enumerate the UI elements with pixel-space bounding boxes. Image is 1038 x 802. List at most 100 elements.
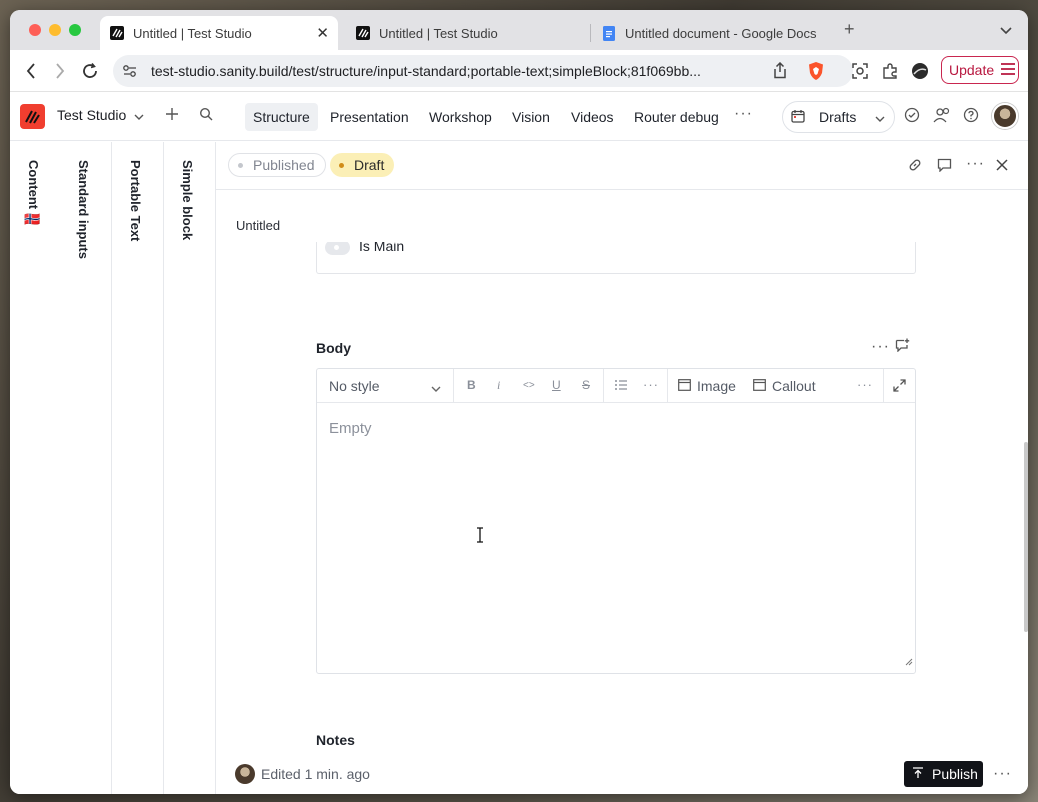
editor-placeholder: Empty bbox=[329, 420, 372, 437]
image-label: Image bbox=[697, 378, 736, 394]
insert-image-button[interactable]: Image bbox=[678, 378, 736, 394]
new-tab-icon[interactable]: + bbox=[844, 19, 855, 40]
scrollbar[interactable] bbox=[1024, 442, 1028, 632]
callout-label: Callout bbox=[772, 378, 816, 394]
is-main-label: Is Main bbox=[359, 242, 405, 254]
publish-icon bbox=[912, 766, 924, 782]
site-settings-icon[interactable] bbox=[122, 64, 138, 83]
status-dot bbox=[339, 162, 344, 168]
reload-icon[interactable] bbox=[79, 60, 101, 82]
strikethrough-button[interactable]: S bbox=[582, 378, 590, 392]
insert-more-icon[interactable]: ··· bbox=[857, 377, 873, 392]
presence-users-icon[interactable] bbox=[933, 107, 951, 128]
profile-extension-icon[interactable] bbox=[910, 61, 930, 81]
pane-title: Simple block bbox=[180, 160, 195, 241]
screenshot-extension-icon[interactable] bbox=[850, 61, 870, 81]
block-style-select[interactable]: No style bbox=[329, 378, 442, 394]
more-menu-icon[interactable]: ··· bbox=[734, 105, 753, 123]
code-button[interactable]: <> bbox=[523, 380, 535, 391]
perspective-select[interactable]: Drafts bbox=[782, 101, 895, 133]
tasks-check-icon[interactable] bbox=[904, 107, 920, 128]
pane-simple-block[interactable]: Simple block bbox=[164, 142, 216, 794]
chevron-down-icon[interactable] bbox=[134, 108, 144, 126]
toolbar-divider bbox=[667, 369, 668, 403]
forward-arrow-icon[interactable] bbox=[49, 60, 71, 82]
bold-button[interactable]: B bbox=[467, 378, 476, 392]
document-title: Untitled bbox=[236, 218, 281, 233]
chevron-down-icon bbox=[431, 380, 441, 396]
browser-window: Untitled | Test Studio ✕ Untitled | Test… bbox=[10, 10, 1028, 794]
back-arrow-icon[interactable] bbox=[20, 60, 42, 82]
tab-separator bbox=[590, 24, 591, 42]
studio-navbar: Test Studio Structure Presentation Works… bbox=[10, 93, 1028, 141]
update-label: Update bbox=[949, 62, 995, 78]
bullet-list-icon[interactable] bbox=[614, 379, 628, 394]
tab-title: Untitled | Test Studio bbox=[379, 25, 498, 41]
close-tab-icon[interactable]: ✕ bbox=[316, 24, 329, 42]
toolbar-divider bbox=[453, 369, 454, 403]
studio-logo-icon[interactable] bbox=[20, 104, 45, 129]
tab-list-chevron-icon[interactable] bbox=[1000, 22, 1012, 40]
browser-tab-1[interactable]: Untitled | Test Studio ✕ bbox=[100, 16, 338, 50]
share-icon[interactable] bbox=[773, 61, 787, 84]
extensions-puzzle-icon[interactable] bbox=[880, 61, 900, 81]
form-area: Is Main Body ··· No style B i <> U S ···… bbox=[216, 242, 1028, 742]
edited-status: Edited 1 min. ago bbox=[261, 766, 370, 782]
menu-presentation[interactable]: Presentation bbox=[322, 103, 417, 131]
add-comment-icon[interactable] bbox=[895, 338, 910, 357]
google-docs-icon bbox=[602, 25, 616, 41]
pane-content[interactable]: Content 🇳🇴 bbox=[10, 142, 62, 794]
maximize-window-button[interactable] bbox=[69, 24, 81, 36]
menu-videos[interactable]: Videos bbox=[563, 103, 622, 131]
menu-router-debug[interactable]: Router debug bbox=[626, 103, 727, 131]
document-actions-more-icon[interactable]: ··· bbox=[993, 765, 1012, 783]
brave-shields-icon[interactable] bbox=[807, 61, 825, 86]
underline-button[interactable]: U bbox=[552, 378, 561, 392]
insert-callout-button[interactable]: Callout bbox=[753, 378, 816, 394]
draft-label: Draft bbox=[354, 157, 385, 173]
is-main-toggle[interactable] bbox=[325, 242, 350, 255]
tab-strip: Untitled | Test Studio ✕ Untitled | Test… bbox=[10, 10, 1028, 50]
browser-tab-2[interactable]: Untitled | Test Studio bbox=[346, 16, 584, 50]
draft-chip[interactable]: Draft bbox=[330, 153, 395, 177]
search-icon[interactable] bbox=[199, 107, 213, 126]
publish-button[interactable]: Publish bbox=[904, 761, 983, 787]
publish-label: Publish bbox=[932, 766, 978, 782]
calendar-icon bbox=[791, 109, 805, 126]
pane-portable-text[interactable]: Portable Text bbox=[112, 142, 164, 794]
help-icon[interactable] bbox=[963, 107, 979, 128]
close-window-button[interactable] bbox=[29, 24, 41, 36]
italic-button[interactable]: i bbox=[497, 378, 500, 393]
portable-text-editor[interactable]: No style B i <> U S ··· Image Callout ··… bbox=[316, 368, 916, 674]
resize-handle-icon[interactable] bbox=[904, 653, 913, 671]
pane-title: Standard inputs bbox=[76, 160, 91, 259]
document-header: Published Draft ··· bbox=[216, 142, 1028, 190]
link-icon[interactable] bbox=[908, 158, 922, 177]
toolbar-divider bbox=[603, 369, 604, 403]
notes-field-label: Notes bbox=[316, 732, 355, 748]
body-field-label: Body bbox=[316, 340, 351, 356]
add-icon[interactable] bbox=[165, 107, 179, 126]
update-button[interactable]: Update bbox=[941, 56, 1019, 84]
workspace-name[interactable]: Test Studio bbox=[57, 107, 126, 123]
menu-hamburger-icon bbox=[1000, 62, 1016, 78]
published-chip[interactable]: Published bbox=[228, 153, 326, 177]
comments-icon[interactable] bbox=[937, 158, 952, 177]
document-pane: Published Draft ··· Untitled Is Main Bod… bbox=[216, 142, 1028, 794]
toolbar-divider bbox=[883, 369, 884, 403]
browser-tab-3[interactable]: Untitled document - Google Docs bbox=[592, 16, 832, 50]
browser-toolbar: test-studio.sanity.build/test/structure/… bbox=[10, 50, 1028, 92]
menu-structure[interactable]: Structure bbox=[245, 103, 318, 131]
more-icon[interactable]: ··· bbox=[966, 155, 985, 173]
address-bar[interactable]: test-studio.sanity.build/test/structure/… bbox=[113, 55, 853, 87]
field-more-icon[interactable]: ··· bbox=[871, 338, 890, 356]
pane-standard-inputs[interactable]: Standard inputs bbox=[60, 142, 112, 794]
menu-vision[interactable]: Vision bbox=[504, 103, 558, 131]
fullscreen-expand-icon[interactable] bbox=[893, 379, 906, 395]
close-icon[interactable] bbox=[996, 158, 1008, 176]
menu-workshop[interactable]: Workshop bbox=[421, 103, 500, 131]
list-more-icon[interactable]: ··· bbox=[643, 377, 659, 392]
is-main-field: Is Main bbox=[316, 242, 916, 274]
user-avatar[interactable] bbox=[992, 103, 1018, 129]
minimize-window-button[interactable] bbox=[49, 24, 61, 36]
